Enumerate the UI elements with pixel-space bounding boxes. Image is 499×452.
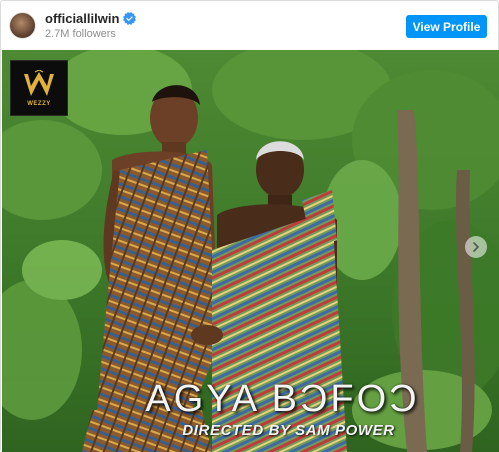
username[interactable]: officiallilwin: [45, 11, 119, 26]
user-line: officiallilwin: [45, 11, 137, 26]
chevron-right-icon: [473, 242, 480, 252]
post-header: officiallilwin 2.7M followers View Profi…: [1, 1, 498, 50]
verified-badge-icon: [123, 11, 137, 25]
production-logo: WEZZY: [10, 60, 68, 116]
wezzy-logo-icon: [24, 69, 54, 96]
followers-count: 2.7M followers: [45, 27, 116, 40]
next-image-button[interactable]: [465, 236, 487, 258]
movie-credit: DIRECTED BY SAM POWER: [182, 422, 395, 439]
movie-title: AGYA BƆFOƆ: [145, 378, 420, 420]
view-profile-button[interactable]: View Profile: [406, 15, 487, 38]
logo-label: WEZZY: [27, 100, 51, 107]
post-media[interactable]: WEZZY AGYA BƆFOƆ DIRECTED BY SAM POWER: [2, 50, 499, 452]
avatar[interactable]: [9, 12, 36, 39]
instagram-embed: officiallilwin 2.7M followers View Profi…: [0, 0, 499, 452]
user-info: officiallilwin 2.7M followers: [45, 11, 137, 41]
